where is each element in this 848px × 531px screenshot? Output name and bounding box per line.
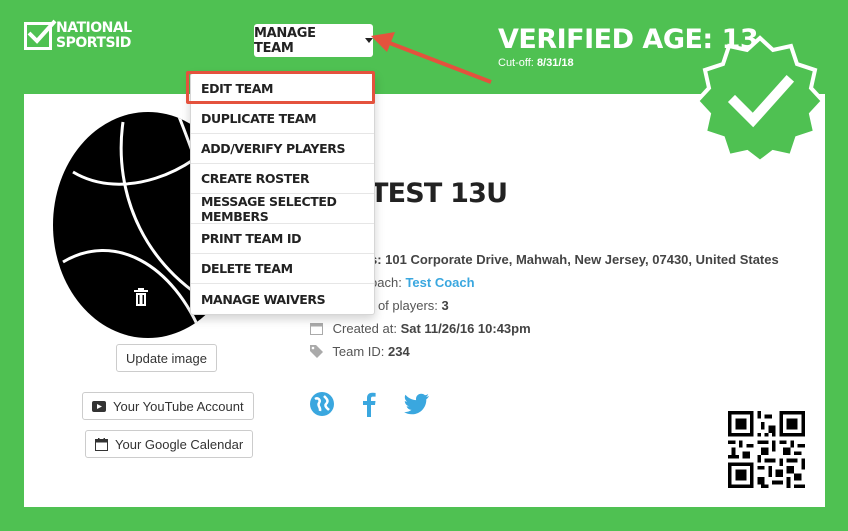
created-label: Created at: bbox=[332, 321, 397, 336]
cutoff-value: 8/31/18 bbox=[536, 57, 574, 69]
coach-link[interactable]: Test Coach bbox=[405, 275, 474, 290]
globe-icon[interactable] bbox=[309, 391, 335, 417]
team-created: Created at: Sat 11/26/16 10:43pm bbox=[310, 321, 531, 338]
menu-item-message-selected-members[interactable]: MESSAGE SELECTED MEMBERS bbox=[191, 194, 374, 224]
team-address: s: 101 Corporate Drive, Mahwah, New Jers… bbox=[370, 252, 779, 267]
team-id-value: 234 bbox=[388, 344, 410, 359]
edit-team-highlight bbox=[186, 71, 375, 104]
team-id-label: Team ID: bbox=[332, 344, 385, 359]
calendar-icon bbox=[310, 322, 323, 338]
youtube-icon bbox=[92, 400, 106, 412]
brand-name: NATIONAL SPORTSID bbox=[56, 21, 132, 51]
annotation-arrow-icon bbox=[371, 32, 492, 84]
google-calendar-button[interactable]: Your Google Calendar bbox=[85, 430, 254, 458]
menu-item-manage-waivers[interactable]: MANAGE WAIVERS bbox=[191, 284, 374, 314]
created-value: Sat 11/26/16 10:43pm bbox=[400, 321, 531, 336]
brand-logo[interactable]: NATIONAL SPORTSID bbox=[24, 19, 132, 51]
cutoff-label: Cut-off: bbox=[498, 57, 534, 69]
cutoff-date: Cut-off: 8/31/18 bbox=[498, 57, 574, 69]
menu-item-add-verify-players[interactable]: ADD/VERIFY PLAYERS bbox=[191, 134, 374, 164]
menu-item-print-team-id[interactable]: PRINT TEAM ID bbox=[191, 224, 374, 254]
calendar-icon bbox=[95, 437, 108, 451]
team-id: Team ID: 234 bbox=[310, 344, 410, 361]
calendar-label: Your Google Calendar bbox=[115, 436, 244, 452]
menu-item-create-roster[interactable]: CREATE ROSTER bbox=[191, 164, 374, 194]
facebook-icon[interactable] bbox=[361, 391, 377, 417]
manage-team-button[interactable]: MANAGE TEAM bbox=[254, 24, 373, 57]
brand-line1: NATIONAL bbox=[56, 20, 132, 36]
players-value: 3 bbox=[441, 298, 449, 313]
update-image-button[interactable]: Update image bbox=[116, 344, 217, 372]
tag-icon bbox=[310, 345, 323, 361]
team-coach: oach: Test Coach bbox=[370, 275, 475, 290]
qr-code bbox=[728, 411, 805, 488]
trash-icon[interactable] bbox=[133, 288, 149, 306]
manage-team-dropdown: EDIT TEAM DUPLICATE TEAM ADD/VERIFY PLAY… bbox=[190, 73, 375, 315]
manage-team-label: MANAGE TEAM bbox=[254, 25, 316, 56]
address-value: s: 101 Corporate Drive, Mahwah, New Jers… bbox=[370, 252, 779, 267]
team-name: TEST 13U bbox=[370, 178, 508, 209]
team-players: r of players: 3 bbox=[370, 298, 449, 313]
players-label: r of players: bbox=[370, 298, 438, 313]
verified-badge-icon bbox=[695, 35, 825, 164]
menu-item-delete-team[interactable]: DELETE TEAM bbox=[191, 254, 374, 284]
menu-item-duplicate-team[interactable]: DUPLICATE TEAM bbox=[191, 104, 374, 134]
logo-check-icon bbox=[24, 19, 57, 50]
youtube-label: Your YouTube Account bbox=[113, 398, 244, 414]
twitter-icon[interactable] bbox=[404, 393, 430, 415]
brand-line2: SPORTSID bbox=[56, 35, 131, 51]
youtube-account-button[interactable]: Your YouTube Account bbox=[82, 392, 254, 420]
